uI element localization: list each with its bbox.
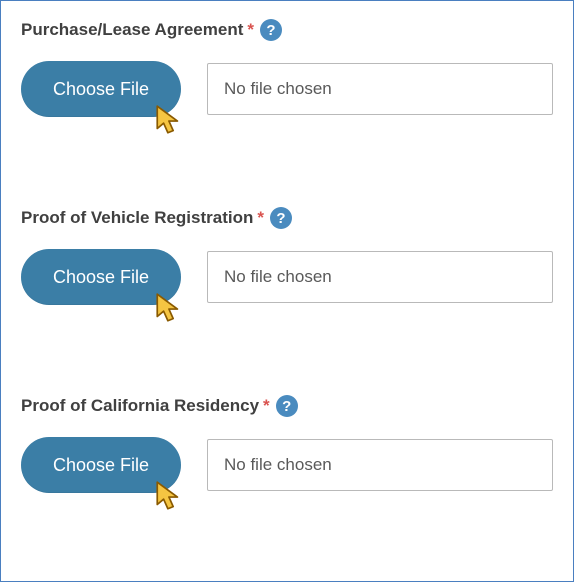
- choose-file-button[interactable]: Choose File: [21, 249, 181, 305]
- field-california-residency: Proof of California Residency * ? Choose…: [21, 395, 553, 493]
- help-icon[interactable]: ?: [276, 395, 298, 417]
- file-input-row: Choose File No file chosen: [21, 437, 553, 493]
- required-mark: *: [263, 396, 270, 416]
- file-status-text: No file chosen: [224, 79, 332, 99]
- field-vehicle-registration: Proof of Vehicle Registration * ? Choose…: [21, 207, 553, 305]
- label-row: Proof of Vehicle Registration * ?: [21, 207, 553, 229]
- field-purchase-lease-agreement: Purchase/Lease Agreement * ? Choose File…: [21, 19, 553, 117]
- required-mark: *: [247, 20, 254, 40]
- field-label: Proof of California Residency: [21, 396, 259, 416]
- label-row: Proof of California Residency * ?: [21, 395, 553, 417]
- required-mark: *: [257, 208, 264, 228]
- file-input-row: Choose File No file chosen: [21, 61, 553, 117]
- help-icon[interactable]: ?: [270, 207, 292, 229]
- file-status-text: No file chosen: [224, 267, 332, 287]
- choose-file-button[interactable]: Choose File: [21, 437, 181, 493]
- help-icon[interactable]: ?: [260, 19, 282, 41]
- choose-file-button[interactable]: Choose File: [21, 61, 181, 117]
- file-status-display: No file chosen: [207, 63, 553, 115]
- file-status-display: No file chosen: [207, 439, 553, 491]
- file-input-row: Choose File No file chosen: [21, 249, 553, 305]
- file-status-text: No file chosen: [224, 455, 332, 475]
- field-label: Purchase/Lease Agreement: [21, 20, 243, 40]
- upload-form-panel: Purchase/Lease Agreement * ? Choose File…: [0, 0, 574, 582]
- file-status-display: No file chosen: [207, 251, 553, 303]
- label-row: Purchase/Lease Agreement * ?: [21, 19, 553, 41]
- field-label: Proof of Vehicle Registration: [21, 208, 253, 228]
